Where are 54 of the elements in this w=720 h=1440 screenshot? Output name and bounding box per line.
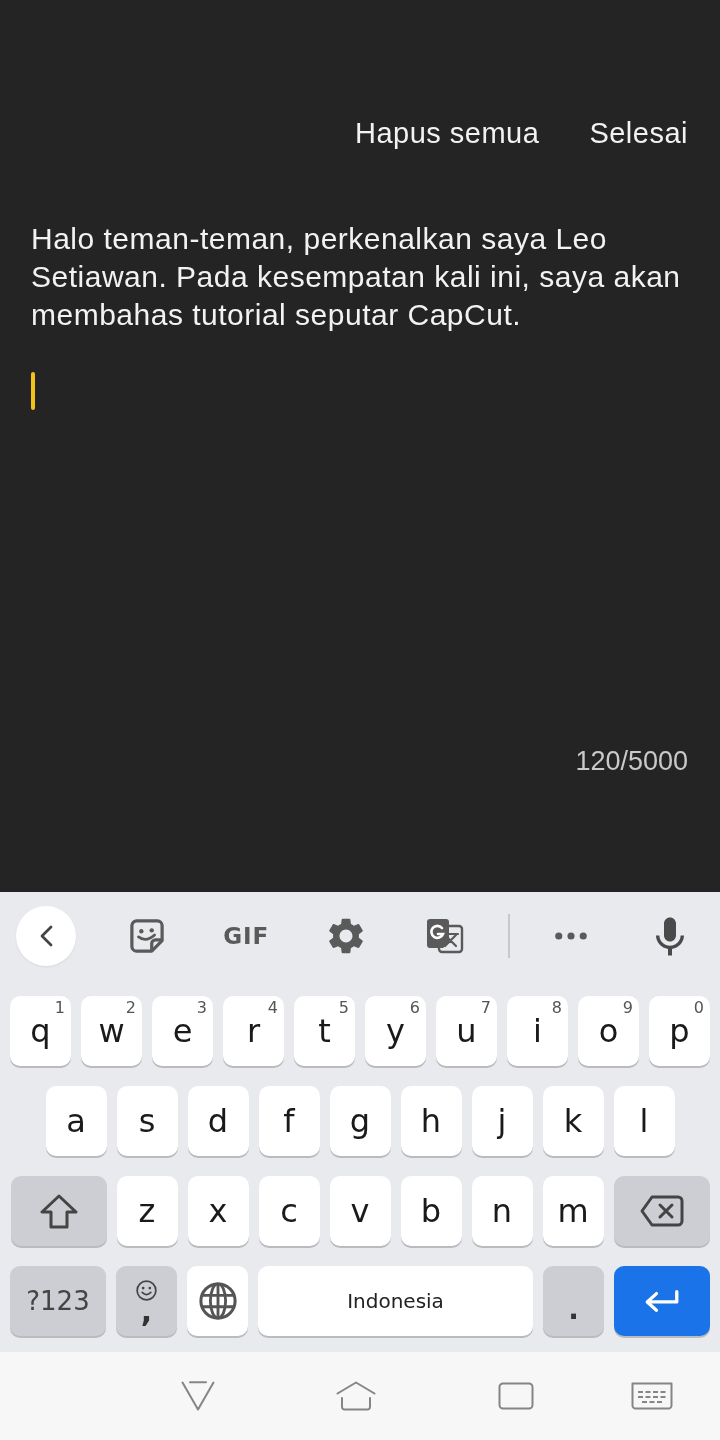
globe-icon	[198, 1282, 237, 1320]
letter-key[interactable]: h	[400, 1086, 462, 1156]
back-icon[interactable]	[181, 1381, 215, 1411]
letter-key[interactable]: x	[187, 1176, 249, 1246]
shift-key[interactable]	[10, 1176, 107, 1246]
letter-key[interactable]: c	[258, 1176, 320, 1246]
translate-icon[interactable]	[426, 918, 465, 954]
symbols-key[interactable]: ?123	[10, 1266, 106, 1336]
letter-key[interactable]: j	[471, 1086, 533, 1156]
letter-key[interactable]: s	[116, 1086, 178, 1156]
letter-key[interactable]: z	[116, 1176, 178, 1246]
letter-key[interactable]: n	[471, 1176, 533, 1246]
recent-apps-icon[interactable]	[498, 1382, 534, 1410]
space-key[interactable]: Indonesia	[258, 1266, 533, 1336]
enter-arrow-icon	[643, 1289, 681, 1313]
letter-key[interactable]: r 4	[223, 996, 284, 1066]
letter-key[interactable]: d	[187, 1086, 249, 1156]
letter-key[interactable]: q 1	[10, 996, 71, 1066]
enter-key[interactable]	[614, 1266, 710, 1336]
letter-key[interactable]: a	[45, 1086, 107, 1156]
letter-key[interactable]: l	[613, 1086, 675, 1156]
more-options-icon[interactable]	[554, 932, 587, 940]
settings-icon[interactable]	[328, 918, 363, 954]
shift-arrow-icon	[39, 1193, 78, 1229]
sticker-icon[interactable]	[129, 919, 164, 953]
letter-key[interactable]: u 7	[436, 996, 497, 1066]
letter-key[interactable]: m	[542, 1176, 604, 1246]
letter-key[interactable]: k	[542, 1086, 604, 1156]
letter-key[interactable]: o 9	[578, 996, 639, 1066]
action-button[interactable]: Selesai	[589, 112, 688, 154]
keyboard-icon[interactable]	[631, 1382, 673, 1410]
character-count: 120/5000	[575, 745, 688, 778]
microphone-icon[interactable]	[656, 916, 685, 956]
letter-key[interactable]: g	[329, 1086, 391, 1156]
home-icon[interactable]	[336, 1381, 376, 1411]
gif-button[interactable]: GIF	[223, 923, 270, 949]
action-button[interactable]: Hapus semua	[354, 112, 540, 154]
period-key[interactable]: .	[543, 1266, 604, 1336]
letter-key[interactable]: f	[258, 1086, 320, 1156]
letter-key[interactable]: p 0	[649, 996, 710, 1066]
letter-key[interactable]: t 5	[294, 996, 355, 1066]
letter-key[interactable]: y 6	[365, 996, 426, 1066]
language-key[interactable]	[187, 1266, 248, 1336]
backspace-key[interactable]	[613, 1176, 710, 1246]
backspace-icon	[639, 1195, 684, 1227]
letter-key[interactable]: i 8	[507, 996, 568, 1066]
letter-key[interactable]: v	[329, 1176, 391, 1246]
letter-key[interactable]: e 3	[152, 996, 213, 1066]
smiley-icon	[136, 1279, 157, 1301]
emoji-comma-key[interactable]: ,	[116, 1266, 177, 1336]
chevron-left-icon	[39, 925, 53, 947]
letter-key[interactable]: b	[400, 1176, 462, 1246]
letter-key[interactable]: w 2	[81, 996, 142, 1066]
text-input-field[interactable]: Halo teman-teman, perkenalkan saya Leo Setiawan. Pada kesempatan kali ini, saya akan membahas tutorial seputar CapCut.	[31, 220, 688, 744]
